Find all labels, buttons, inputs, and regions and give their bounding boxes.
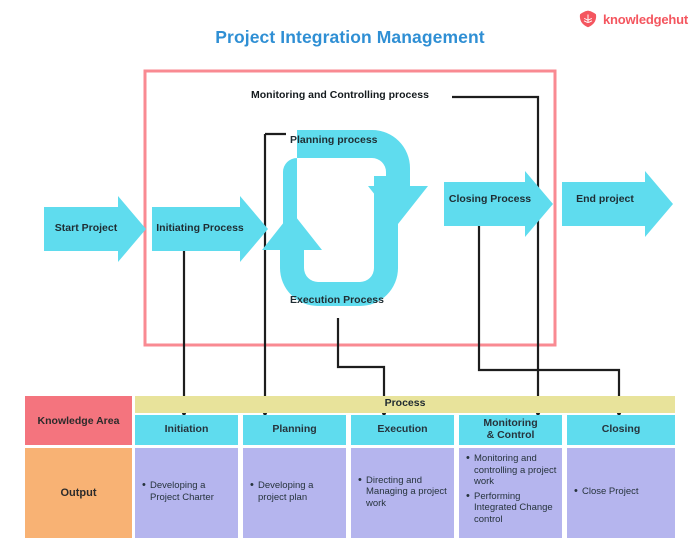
output-cell-closing: Close Project	[567, 448, 675, 538]
output-item: Monitoring and controlling a project wor…	[466, 452, 558, 488]
diagram-canvas: Project Integration Management knowledge…	[0, 0, 700, 550]
connector-execution	[336, 318, 386, 405]
page-title: Project Integration Management	[215, 27, 485, 47]
output-cell-initiation: Developing a Project Charter	[135, 448, 238, 538]
output-cell-execution: Directing and Managing a project work	[351, 448, 454, 538]
phase-cell-execution: Execution	[351, 415, 454, 445]
phase-label: Execution	[377, 423, 428, 436]
arrow-label-initiating-process: Initiating Process	[156, 222, 244, 234]
phase-label-line2: & Control	[486, 429, 535, 441]
arrow-label-planning-process: Planning process	[290, 134, 378, 146]
row-header-knowledge-area: Knowledge Area	[25, 396, 132, 445]
output-item: Close Project	[574, 485, 638, 498]
output-item: Performing Integrated Change control	[466, 490, 558, 526]
process-output-matrix: Knowledge Area Output Process Initiation…	[25, 396, 675, 538]
output-cell-monitoring-control: Monitoring and controlling a project wor…	[459, 448, 562, 538]
arrow-execution-process	[262, 176, 398, 306]
output-item: Developing a Project Charter	[142, 479, 234, 503]
phase-cell-planning: Planning	[243, 415, 346, 445]
output-item: Directing and Managing a project work	[358, 474, 450, 510]
connector-closing	[477, 222, 621, 405]
phase-label: Planning	[272, 423, 317, 436]
process-band-label: Process	[384, 397, 426, 409]
output-item: Developing a project plan	[250, 479, 342, 503]
knowledgehut-shield-icon	[579, 10, 597, 28]
phase-label: Initiation	[164, 423, 209, 436]
brand-wordmark: knowledgehut	[603, 11, 688, 27]
connector-monitoring	[452, 95, 540, 405]
arrow-label-end-project: End project	[576, 193, 634, 205]
arrow-label-execution-process: Execution Process	[290, 294, 384, 306]
phase-cell-initiation: Initiation	[135, 415, 238, 445]
arrow-label-closing-process: Closing Process	[448, 193, 532, 205]
brand-logo: knowledgehut	[578, 10, 688, 28]
arrow-planning-process	[283, 130, 428, 239]
output-cell-planning: Developing a project plan	[243, 448, 346, 538]
phase-cell-monitoring-control: Monitoring & Control	[459, 415, 562, 445]
monitoring-controlling-label: Monitoring and Controlling process	[251, 89, 429, 101]
row-header-output: Output	[25, 448, 132, 538]
arrow-label-start-project: Start Project	[54, 222, 118, 234]
phase-label: Closing	[601, 423, 641, 436]
phase-cell-closing: Closing	[567, 415, 675, 445]
